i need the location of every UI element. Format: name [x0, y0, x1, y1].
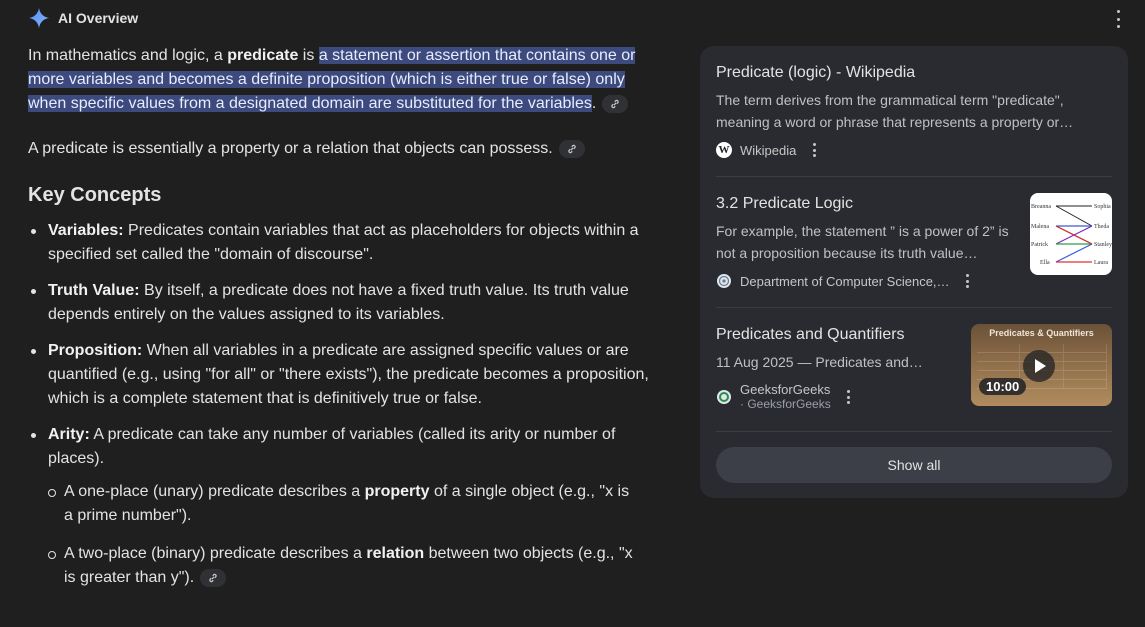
more-options-icon[interactable]: [845, 390, 853, 404]
source-card-wikipedia[interactable]: Predicate (logic) - Wikipedia The term d…: [716, 62, 1112, 158]
concept-term: Variables:: [48, 222, 124, 239]
source-title[interactable]: Predicate (logic) - Wikipedia: [716, 62, 1112, 84]
definition-connector: is: [298, 47, 319, 64]
source-card-predicate-logic[interactable]: 3.2 Predicate Logic For example, the sta…: [716, 193, 1016, 289]
diagram-label: Sophia: [1094, 204, 1111, 210]
list-item: A one-place (unary) predicate describes …: [48, 480, 642, 528]
source-snippet: 11 Aug 2025 — Predicates and…: [716, 354, 923, 370]
wikipedia-favicon-icon: W: [716, 142, 732, 158]
source-snippet: The term derives from the grammatical te…: [716, 92, 1074, 130]
play-icon[interactable]: [1023, 350, 1055, 382]
citation-link-icon[interactable]: [558, 139, 585, 158]
source-meta: GeeksforGeeks · GeeksforGeeks: [716, 382, 961, 412]
definition-end: .: [591, 95, 597, 112]
sources-panel: Predicate (logic) - Wikipedia The term d…: [700, 46, 1128, 498]
video-duration: 10:00: [979, 378, 1027, 395]
globe-icon: [717, 274, 731, 288]
list-item: Proposition: When all variables in a pre…: [28, 339, 658, 411]
concept-text: Predicates contain variables that act as…: [48, 222, 639, 263]
definition-term: predicate: [227, 47, 299, 64]
divider: [716, 307, 1112, 308]
list-item: A two-place (binary) predicate describes…: [48, 542, 642, 590]
source-site: Department of Computer Science,…: [740, 273, 950, 289]
source-card-geeksforgeeks[interactable]: Predicates and Quantifiers 11 Aug 2025 —…: [716, 324, 961, 412]
source-site: Wikipedia: [740, 142, 797, 158]
summary-text: A predicate is essentially a property or…: [28, 140, 553, 157]
source-site-block: GeeksforGeeks · GeeksforGeeks: [740, 382, 831, 412]
predicate-logic-thumbnail[interactable]: Breanna Malena Patrick Ella Sophia Theda…: [1030, 193, 1112, 275]
definition-intro: In mathematics and logic, a: [28, 47, 228, 64]
relation-diagram-image: Breanna Malena Patrick Ella Sophia Theda…: [1031, 204, 1112, 266]
diagram-label: Patrick: [1031, 242, 1048, 248]
source-title[interactable]: 3.2 Predicate Logic: [716, 193, 1016, 215]
list-item: Arity: A predicate can take any number o…: [28, 423, 658, 590]
source-snippet: For example, the statement ” is a power …: [716, 223, 1009, 261]
citation-link-icon[interactable]: [200, 568, 227, 587]
show-all-button[interactable]: Show all: [716, 447, 1112, 483]
sub-text: A two-place (binary) predicate describes…: [64, 545, 367, 562]
source-meta: Department of Computer Science,…: [716, 273, 1016, 289]
sub-term: property: [364, 483, 430, 500]
arity-sublist: A one-place (unary) predicate describes …: [48, 480, 658, 590]
diagram-label: Breanna: [1031, 204, 1051, 210]
source-site: GeeksforGeeks: [740, 382, 831, 397]
sub-text: A one-place (unary) predicate describes …: [64, 483, 365, 500]
key-concepts-list: Variables: Predicates contain variables …: [28, 219, 663, 590]
diagram-label: Stanley: [1094, 242, 1112, 248]
citation-link-icon[interactable]: [602, 94, 629, 113]
concept-text: A predicate can take any number of varia…: [48, 426, 616, 467]
more-options-icon[interactable]: [964, 274, 972, 288]
sub-term: relation: [366, 545, 425, 562]
sparkle-icon: [28, 7, 50, 29]
ai-overview-header: AI Overview: [28, 6, 138, 30]
more-options-icon[interactable]: [810, 143, 818, 157]
concept-term: Truth Value:: [48, 282, 140, 299]
list-item: Truth Value: By itself, a predicate does…: [28, 279, 658, 327]
geeksforgeeks-favicon-icon: [717, 390, 731, 404]
list-item: Variables: Predicates contain variables …: [28, 219, 658, 267]
more-options-icon[interactable]: [1111, 10, 1125, 28]
diagram-label: Ella: [1040, 260, 1050, 266]
video-thumbnail[interactable]: Predicates & Quantifiers 10:00: [971, 324, 1112, 406]
source-meta: W Wikipedia: [716, 142, 1112, 158]
ai-overview-title: AI Overview: [58, 10, 139, 26]
concept-term: Proposition:: [48, 342, 143, 359]
diagram-label: Malena: [1031, 224, 1049, 230]
definition-paragraph: In mathematics and logic, a predicate is…: [28, 44, 658, 116]
divider: [716, 176, 1112, 177]
concept-term: Arity:: [48, 426, 90, 443]
divider: [716, 431, 1112, 432]
source-title[interactable]: Predicates and Quantifiers: [716, 324, 961, 346]
summary-paragraph: A predicate is essentially a property or…: [28, 137, 663, 161]
video-thumbnail-title: Predicates & Quantifiers: [989, 328, 1094, 338]
diagram-label: Laura: [1094, 260, 1108, 266]
overview-body: In mathematics and logic, a predicate is…: [28, 44, 663, 604]
source-site-sub: · GeeksforGeeks: [740, 397, 831, 411]
key-concepts-heading: Key Concepts: [28, 184, 162, 206]
diagram-label: Theda: [1094, 224, 1109, 230]
